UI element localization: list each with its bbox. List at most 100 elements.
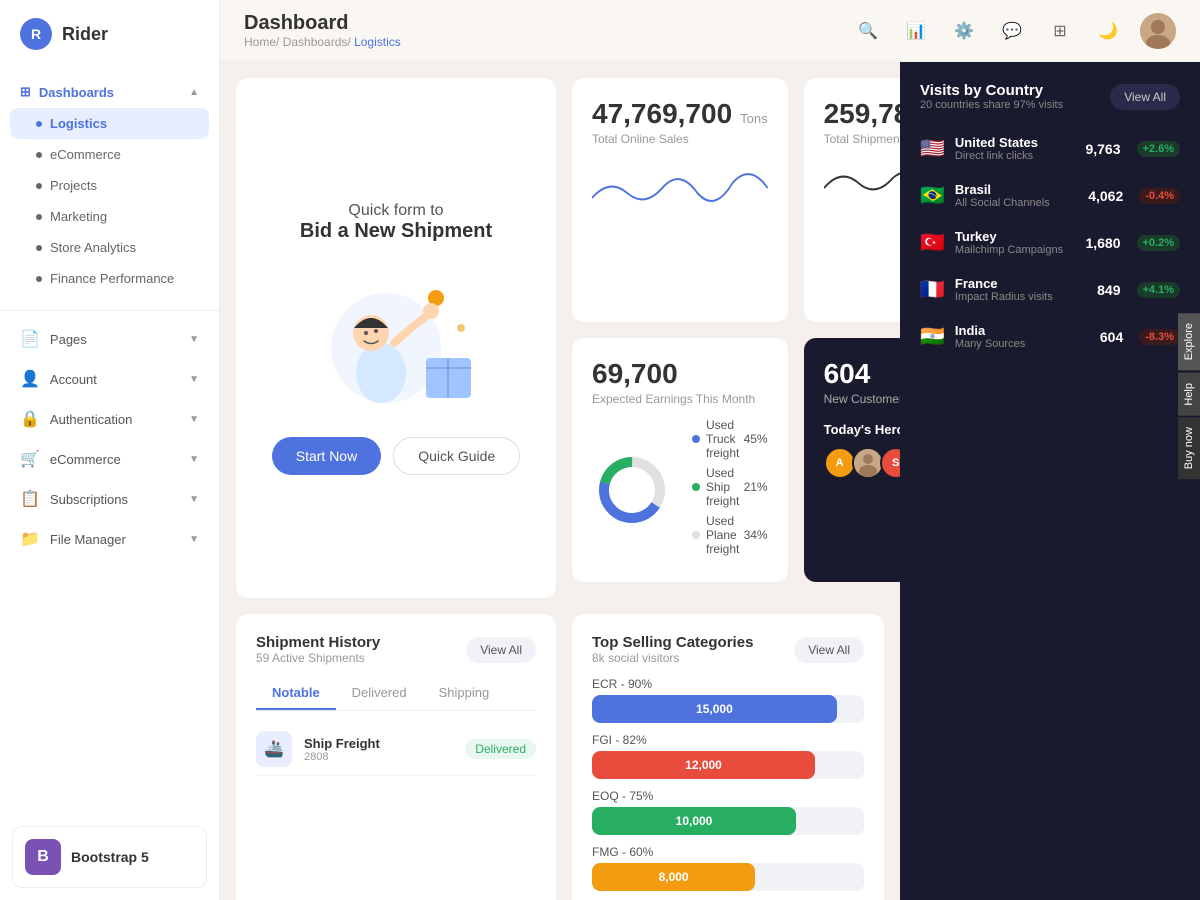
- tab-shipping[interactable]: Shipping: [423, 677, 506, 710]
- dot-icon: [36, 214, 42, 220]
- sidebar-item-account[interactable]: 👤 Account ▼: [0, 359, 219, 399]
- bar-label: FMG - 60%: [592, 845, 864, 859]
- bar-row: ECR - 90% 15,000: [592, 677, 864, 723]
- top-selling-subtitle: 8k social visitors: [592, 651, 753, 665]
- explore-button[interactable]: Explore: [1178, 313, 1200, 370]
- country-row: 🇮🇳 India Many Sources 604 -8.3%: [900, 313, 1200, 360]
- country-value: 1,680: [1085, 235, 1120, 251]
- breadcrumb-dashboards[interactable]: Dashboards/: [283, 35, 351, 49]
- top-selling-title: Top Selling Categories: [592, 634, 753, 651]
- sidebar-item-file-manager[interactable]: 📁 File Manager ▼: [0, 519, 219, 559]
- new-customers-label: New Customers This Month: [824, 392, 900, 406]
- tab-delivered[interactable]: Delivered: [336, 677, 423, 710]
- country-change: -0.4%: [1139, 188, 1180, 204]
- bar-row: EOQ - 75% 10,000: [592, 789, 864, 835]
- breadcrumb-home[interactable]: Home/: [244, 35, 279, 49]
- shipment-status: Delivered: [465, 739, 536, 759]
- hero-buttons: Start Now Quick Guide: [272, 437, 521, 475]
- user-avatar[interactable]: [1140, 13, 1176, 49]
- sidebar-item-finance-performance[interactable]: Finance Performance: [0, 263, 219, 294]
- theme-icon[interactable]: 🌙: [1092, 15, 1124, 47]
- legend-plane: Used Plane freight 34%: [692, 514, 768, 556]
- bar-fill: 15,000: [592, 695, 837, 723]
- sidebar-item-ecommerce-top[interactable]: 🛒 eCommerce ▼: [0, 439, 219, 479]
- stat-value-row: 47,769,700 Tons: [592, 98, 768, 130]
- dot-icon: [36, 183, 42, 189]
- heroes-label: Today's Heroes: [824, 422, 900, 437]
- country-sub: Many Sources: [955, 338, 1090, 350]
- country-change: -8.3%: [1139, 329, 1180, 345]
- total-shipments-value: 259,786: [824, 98, 900, 129]
- tab-notable[interactable]: Notable: [256, 677, 336, 710]
- country-info: Brasil All Social Channels: [955, 182, 1078, 209]
- country-row: 🇫🇷 France Impact Radius visits 849 +4.1%: [900, 266, 1200, 313]
- visits-title: Visits by Country: [920, 82, 1063, 99]
- stat-total-sales: 47,769,700 Tons Total Online Sales: [572, 78, 788, 322]
- bootstrap-label: Bootstrap 5: [71, 849, 149, 865]
- file-manager-icon: 📁: [20, 529, 40, 549]
- shipment-id: 2808: [304, 751, 453, 763]
- hero-title: Bid a New Shipment: [300, 220, 492, 243]
- start-now-button[interactable]: Start Now: [272, 437, 381, 475]
- logo[interactable]: R Rider: [0, 0, 219, 68]
- quick-guide-button[interactable]: Quick Guide: [393, 437, 520, 475]
- donut-legend: Used Truck freight 45% Used Ship freight…: [692, 418, 768, 562]
- country-value: 4,062: [1088, 188, 1123, 204]
- chevron-right-icon: ▼: [189, 334, 199, 345]
- country-flag: 🇺🇸: [920, 136, 945, 161]
- bar-track: 10,000: [592, 807, 864, 835]
- sidebar-item-ecommerce[interactable]: eCommerce: [0, 139, 219, 170]
- bar-track: 8,000: [592, 863, 864, 891]
- visits-view-all[interactable]: View All: [1110, 84, 1180, 110]
- country-flag: 🇹🇷: [920, 230, 945, 255]
- chevron-right-icon: ▼: [189, 374, 199, 385]
- bar-row: FMG - 60% 8,000: [592, 845, 864, 891]
- buy-now-button[interactable]: Buy now: [1178, 417, 1200, 479]
- top-selling-view-all[interactable]: View All: [794, 637, 864, 663]
- country-info: France Impact Radius visits: [955, 276, 1087, 303]
- sidebar-item-projects[interactable]: Projects: [0, 170, 219, 201]
- sidebar-item-marketing[interactable]: Marketing: [0, 201, 219, 232]
- shipment-history-view-all[interactable]: View All: [466, 637, 536, 663]
- hero-avatar-1: A: [824, 447, 856, 479]
- subscriptions-icon: 📋: [20, 489, 40, 509]
- bar-row: FGI - 82% 12,000: [592, 733, 864, 779]
- sidebar-item-pages[interactable]: 📄 Pages ▼: [0, 319, 219, 359]
- settings-icon[interactable]: ⚙️: [948, 15, 980, 47]
- bar-chart: ECR - 90% 15,000 FGI - 82% 12,000 EOQ - …: [592, 677, 864, 900]
- shipment-history-header: Shipment History 59 Active Shipments Vie…: [256, 634, 536, 665]
- shipment-row: 🚢 Ship Freight 2808 Delivered: [256, 723, 536, 776]
- top-selling-header: Top Selling Categories 8k social visitor…: [592, 634, 864, 665]
- bar-track: 15,000: [592, 695, 864, 723]
- help-button[interactable]: Help: [1178, 373, 1200, 416]
- bar-chart-icon[interactable]: 📊: [900, 15, 932, 47]
- sidebar-item-store-analytics[interactable]: Store Analytics: [0, 232, 219, 263]
- country-name: France: [955, 276, 1087, 291]
- country-name: Turkey: [955, 229, 1076, 244]
- right-panel: Explore Help Buy now Visits by Country 2…: [900, 62, 1200, 900]
- dot-icon: [36, 152, 42, 158]
- sidebar-item-authentication[interactable]: 🔒 Authentication ▼: [0, 399, 219, 439]
- dashboards-group[interactable]: ⊞ Dashboards ▲: [0, 76, 219, 108]
- new-customers-value: 604: [824, 358, 871, 389]
- account-icon: 👤: [20, 369, 40, 389]
- total-sales-unit: Tons: [740, 111, 767, 126]
- total-sales-value: 47,769,700: [592, 98, 732, 130]
- page-title: Dashboard: [244, 12, 401, 35]
- country-row: 🇺🇸 United States Direct link clicks 9,76…: [900, 125, 1200, 172]
- country-change: +4.1%: [1137, 282, 1181, 298]
- shipment-history-subtitle: 59 Active Shipments: [256, 651, 380, 665]
- hero-avatar-3: S: [880, 447, 900, 479]
- stat-total-shipments: 259,786 Total Shipments: [804, 78, 900, 322]
- chevron-right-icon: ▼: [189, 494, 199, 505]
- country-flag: 🇫🇷: [920, 277, 945, 302]
- sidebar-item-subscriptions[interactable]: 📋 Subscriptions ▼: [0, 479, 219, 519]
- grid-view-icon[interactable]: ⊞: [1044, 15, 1076, 47]
- search-icon[interactable]: 🔍: [852, 15, 884, 47]
- chat-icon[interactable]: 💬: [996, 15, 1028, 47]
- auth-icon: 🔒: [20, 409, 40, 429]
- country-list: 🇺🇸 United States Direct link clicks 9,76…: [900, 125, 1200, 360]
- stats-grid: 47,769,700 Tons Total Online Sales 259,7…: [572, 78, 900, 582]
- stat-earnings: 69,700 Expected Earnings This Month: [572, 338, 788, 582]
- sidebar-item-logistics[interactable]: Logistics: [10, 108, 209, 139]
